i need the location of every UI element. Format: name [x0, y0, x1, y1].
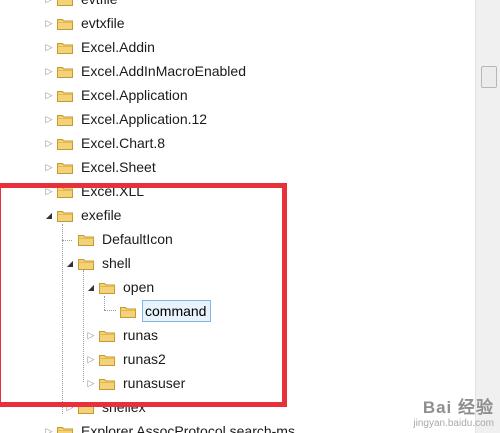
triangle-right-icon[interactable]: ▷ — [44, 108, 54, 130]
triangle-right-icon[interactable]: ▷ — [44, 12, 54, 34]
registry-key-tree[interactable]: ▷ evtfile ▷ evtxfile ▷ Excel.Addin ▷ Excel.AddI… — [0, 0, 476, 433]
tree-item-label[interactable]: Excel.AddInMacroEnabled — [79, 61, 250, 81]
tree-item-label[interactable]: evtxfile — [79, 13, 129, 33]
vertical-scrollbar[interactable] — [475, 0, 500, 433]
folder-icon — [57, 0, 73, 6]
tree-item-excel-addinmacroenabled[interactable]: ▷ Excel.AddInMacroEnabled — [44, 60, 250, 82]
tree-item-evtfile[interactable]: ▷ evtfile — [44, 0, 122, 10]
tree-item-exefile[interactable]: ◢ exefile — [44, 204, 125, 226]
tree-item-shellex[interactable]: ▷ shellex — [65, 396, 150, 418]
tree-item-label[interactable]: Excel.Application.12 — [79, 109, 211, 129]
tree-item-label[interactable]: Excel.Sheet — [79, 157, 160, 177]
tree-item-command[interactable]: command — [107, 300, 212, 322]
folder-icon — [99, 377, 115, 390]
triangle-down-icon[interactable]: ◢ — [86, 276, 96, 298]
tree-item-excel-application[interactable]: ▷ Excel.Application — [44, 84, 192, 106]
folder-icon — [99, 281, 115, 294]
tree-item-label[interactable]: open — [121, 277, 158, 297]
tree-item-label[interactable]: Excel.Application — [79, 85, 192, 105]
folder-icon — [57, 185, 73, 198]
tree-item-label[interactable]: exefile — [79, 205, 125, 225]
tree-item-runas2[interactable]: ▷ runas2 — [86, 348, 170, 370]
tree-item-evtxfile[interactable]: ▷ evtxfile — [44, 12, 129, 34]
triangle-right-icon[interactable]: ▷ — [44, 0, 54, 10]
tree-item-shell[interactable]: ◢ shell — [65, 252, 135, 274]
tree-item-label[interactable]: Excel.Addin — [79, 37, 159, 57]
folder-icon — [57, 137, 73, 150]
triangle-right-icon[interactable]: ▷ — [44, 36, 54, 58]
folder-icon — [57, 161, 73, 174]
tree-item-excel-sheet[interactable]: ▷ Excel.Sheet — [44, 156, 160, 178]
tree-item-excel-xll[interactable]: ▷ Excel.XLL — [44, 180, 148, 202]
tree-item-explorer-assocprotocol-search-ms[interactable]: ▷ Explorer.AssocProtocol.search-ms — [44, 420, 299, 433]
triangle-right-icon[interactable]: ▷ — [86, 348, 96, 370]
watermark-logo: Bai 经验 — [422, 398, 494, 417]
tree-item-excel-chart-8[interactable]: ▷ Excel.Chart.8 — [44, 132, 169, 154]
triangle-down-icon[interactable]: ◢ — [65, 252, 75, 274]
triangle-right-icon[interactable]: ▷ — [86, 372, 96, 394]
tree-connector-line — [83, 270, 84, 382]
tree-connector-line — [62, 224, 63, 414]
tree-item-label[interactable]: shellex — [100, 397, 150, 417]
tree-item-runas[interactable]: ▷ runas — [86, 324, 162, 346]
folder-icon — [78, 257, 94, 270]
triangle-right-icon[interactable]: ▷ — [44, 156, 54, 178]
tree-item-excel-addin[interactable]: ▷ Excel.Addin — [44, 36, 159, 58]
tree-item-label[interactable]: Explorer.AssocProtocol.search-ms — [79, 421, 299, 433]
tree-item-label[interactable]: runas — [121, 325, 162, 345]
folder-icon — [99, 329, 115, 342]
folder-icon — [57, 113, 73, 126]
folder-icon — [78, 401, 94, 414]
tree-item-runasuser[interactable]: ▷ runasuser — [86, 372, 189, 394]
triangle-down-icon[interactable]: ◢ — [44, 204, 54, 226]
tree-item-label[interactable]: Excel.Chart.8 — [79, 133, 169, 153]
folder-icon — [57, 41, 73, 54]
scrollbar-thumb[interactable] — [481, 66, 497, 88]
folder-icon — [99, 353, 115, 366]
folder-icon — [57, 425, 73, 433]
tree-item-defaulticon[interactable]: DefaultIcon — [65, 228, 177, 250]
folder-icon — [57, 65, 73, 78]
folder-icon — [57, 17, 73, 30]
folder-icon — [57, 89, 73, 102]
tree-item-label[interactable]: runasuser — [121, 373, 189, 393]
watermark-url: jingyan.baidu.com — [413, 418, 494, 429]
triangle-right-icon[interactable]: ▷ — [44, 84, 54, 106]
triangle-right-icon[interactable]: ▷ — [65, 396, 75, 418]
triangle-right-icon[interactable]: ▷ — [44, 180, 54, 202]
tree-item-label[interactable]: evtfile — [79, 0, 122, 9]
tree-item-label[interactable]: command — [142, 300, 212, 322]
triangle-right-icon[interactable]: ▷ — [44, 60, 54, 82]
tree-item-label[interactable]: shell — [100, 253, 135, 273]
triangle-right-icon[interactable]: ▷ — [44, 132, 54, 154]
folder-icon — [120, 305, 136, 318]
folder-icon — [57, 209, 73, 222]
tree-item-label[interactable]: runas2 — [121, 349, 170, 369]
tree-item-label[interactable]: DefaultIcon — [100, 229, 177, 249]
triangle-right-icon[interactable]: ▷ — [44, 420, 54, 433]
tree-item-label[interactable]: Excel.XLL — [79, 181, 148, 201]
triangle-right-icon[interactable]: ▷ — [86, 324, 96, 346]
watermark: Bai 经验 jingyan.baidu.com — [413, 393, 494, 429]
tree-connector-line — [104, 296, 105, 310]
tree-item-excel-application-12[interactable]: ▷ Excel.Application.12 — [44, 108, 211, 130]
tree-item-open[interactable]: ◢ open — [86, 276, 158, 298]
folder-icon — [78, 233, 94, 246]
